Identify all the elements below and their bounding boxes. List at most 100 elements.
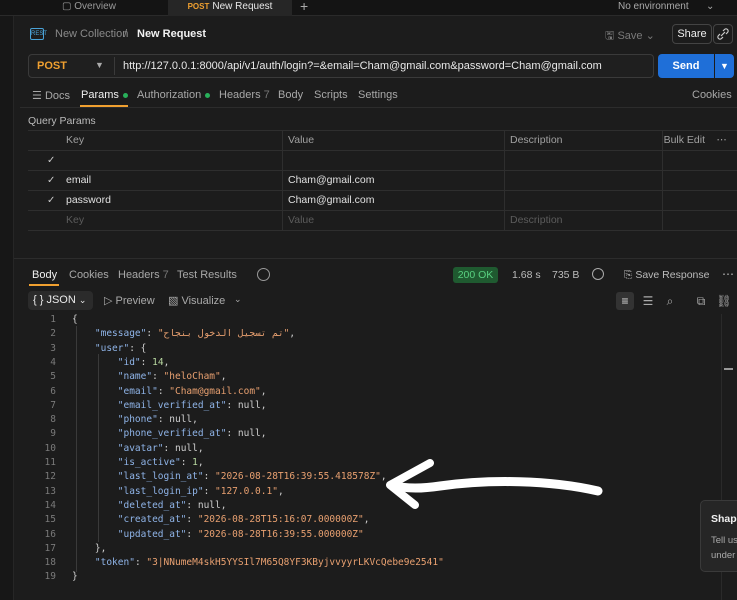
left-sidebar-strip — [0, 16, 14, 600]
response-tab-test-results[interactable]: Test Results — [177, 269, 237, 281]
row-checkbox[interactable]: ✓ — [47, 151, 55, 171]
save-label: Save — [617, 30, 643, 42]
table-row: ✓ email Cham@gmail.com — [28, 171, 737, 191]
play-icon: ▷ — [104, 295, 113, 307]
network-globe-icon[interactable] — [592, 268, 604, 280]
method-selector[interactable]: POST — [37, 60, 67, 72]
code-line: "phone_verified_at": null, — [117, 428, 267, 440]
tab-overview-label: Overview — [74, 1, 116, 12]
link-icon[interactable]: ⛓ — [715, 292, 733, 310]
json-string: "heloCham" — [163, 371, 221, 383]
save-response-button[interactable]: ⎘ Save Response — [624, 269, 709, 282]
code-line: "updated_at": "2026-08-28T16:39:55.00000… — [117, 528, 364, 540]
json-string: "Cham@gmail.com" — [169, 385, 261, 397]
code-line: "id": 14, — [117, 356, 170, 368]
save-button[interactable]: 🖫 Save ⌄ — [605, 27, 655, 46]
table-header-row: Key Value Description Bulk Edit ⋯ — [28, 131, 737, 151]
header-value: Value — [288, 134, 315, 146]
code-line: "name": "heloCham", — [117, 371, 227, 383]
preview-button[interactable]: ▷ Preview — [104, 294, 155, 307]
response-tab-cookies[interactable]: Cookies — [69, 269, 109, 281]
json-null: null — [197, 499, 221, 511]
tab-new-request[interactable]: POST New Request — [168, 0, 292, 16]
response-tab-headers[interactable]: Headers 7 — [118, 269, 169, 281]
wrap-lines-icon[interactable]: ≡ — [616, 292, 634, 310]
tab-overview[interactable]: ▢ Overview — [62, 0, 116, 16]
tab-docs[interactable]: ☰ Docs — [32, 89, 70, 102]
code-line: "created_at": "2026-08-28T15:16:07.00000… — [117, 514, 370, 526]
cookies-link[interactable]: Cookies — [692, 89, 732, 101]
tab-headers-label: Headers — [219, 89, 261, 101]
format-selector[interactable]: { } JSON ⌄ — [28, 291, 93, 310]
history-icon[interactable] — [257, 268, 270, 281]
tab-params[interactable]: Params — [81, 89, 128, 101]
send-button[interactable]: Send — [658, 54, 714, 78]
environment-selector[interactable]: No environment — [618, 0, 689, 16]
new-value-input[interactable]: Value — [288, 211, 314, 231]
authorization-active-dot — [205, 92, 211, 98]
popup-text: under — [711, 550, 736, 561]
search-icon[interactable]: ⌕ — [661, 292, 679, 310]
line-number: 7 — [50, 399, 56, 411]
json-string: "2026-08-28T16:39:55.000000Z" — [197, 528, 364, 540]
send-options-caret-icon[interactable]: ▼ — [715, 54, 734, 78]
feedback-popup[interactable]: Shape Tell us under — [700, 500, 737, 572]
param-value[interactable]: Cham@gmail.com — [288, 171, 375, 191]
param-key[interactable]: password — [66, 191, 111, 211]
json-number: 14 — [152, 356, 164, 368]
visualize-caret-icon[interactable]: ⌄ — [234, 294, 242, 305]
tab-authorization-label: Authorization — [137, 89, 202, 101]
filter-icon[interactable]: ☰ — [639, 292, 657, 310]
copy-link-button[interactable] — [713, 24, 733, 44]
line-number: 12 — [44, 471, 56, 483]
tab-settings[interactable]: Settings — [358, 89, 398, 101]
url-input[interactable]: http://127.0.0.1:8000/api/v1/auth/login?… — [123, 60, 602, 72]
new-description-input[interactable]: Description — [510, 211, 563, 231]
response-headers-label: Headers — [118, 269, 160, 281]
copy-icon[interactable]: ⧉ — [692, 292, 710, 310]
scrollbar-thumb[interactable] — [724, 368, 733, 370]
tab-body[interactable]: Body — [278, 89, 303, 101]
row-checkbox[interactable]: ✓ — [47, 191, 55, 211]
row-checkbox[interactable]: ✓ — [47, 171, 55, 191]
code-line: "email": "Cham@gmail.com", — [117, 385, 267, 397]
param-value[interactable]: Cham@gmail.com — [288, 191, 375, 211]
line-number: 19 — [44, 571, 56, 583]
code-line: } — [72, 571, 78, 583]
pane-divider[interactable] — [14, 258, 737, 259]
preview-label: Preview — [115, 295, 155, 307]
status-badge: 200 OK — [453, 267, 498, 283]
breadcrumb-request-title[interactable]: New Request — [137, 28, 206, 40]
param-key[interactable]: email — [66, 171, 91, 191]
tab-headers[interactable]: Headers 7 — [219, 89, 270, 101]
line-number: 17 — [44, 542, 56, 554]
new-tab-button[interactable]: + — [300, 0, 308, 16]
tab-scripts-label: Scripts — [314, 89, 348, 101]
tab-method: POST — [187, 2, 210, 11]
breadcrumb-collection[interactable]: New Collection — [55, 28, 128, 40]
json-string: "127.0.0.1" — [215, 485, 278, 497]
json-null: null — [169, 414, 193, 426]
new-key-input[interactable]: Key — [66, 211, 84, 231]
line-number: 1 — [50, 314, 56, 325]
response-body-code[interactable]: 1 2 3 4 5 6 7 8 9 10 11 12 13 14 15 16 1… — [28, 314, 708, 594]
more-options-icon[interactable]: ⋯ — [717, 131, 728, 151]
code-line: }, — [72, 542, 107, 554]
method-caret-icon[interactable]: ▼ — [95, 60, 104, 70]
code-line: "last_login_at": "2026-08-28T16:39:55.41… — [117, 471, 387, 483]
tab-authorization[interactable]: Authorization — [137, 89, 211, 101]
format-caret-icon: ⌄ — [78, 295, 87, 305]
response-time: 1.68 s — [512, 269, 541, 281]
response-tab-body[interactable]: Body — [32, 269, 57, 281]
bulk-edit-button[interactable]: Bulk Edit — [664, 131, 705, 151]
json-string: "2026-08-28T16:39:55.418578Z" — [215, 471, 381, 483]
share-button[interactable]: Share — [672, 24, 712, 44]
params-active-dot — [122, 92, 128, 98]
tab-scripts[interactable]: Scripts — [314, 89, 348, 101]
environment-caret-icon[interactable]: ⌄ — [706, 0, 714, 16]
response-more-icon[interactable]: ⋯ — [722, 267, 734, 281]
visualize-button[interactable]: ▧ Visualize — [168, 294, 225, 307]
arrow-annotation-icon — [386, 459, 603, 509]
line-number: 13 — [44, 485, 56, 497]
top-tab-bar: ▢ Overview POST New Request + No environm… — [0, 0, 737, 16]
